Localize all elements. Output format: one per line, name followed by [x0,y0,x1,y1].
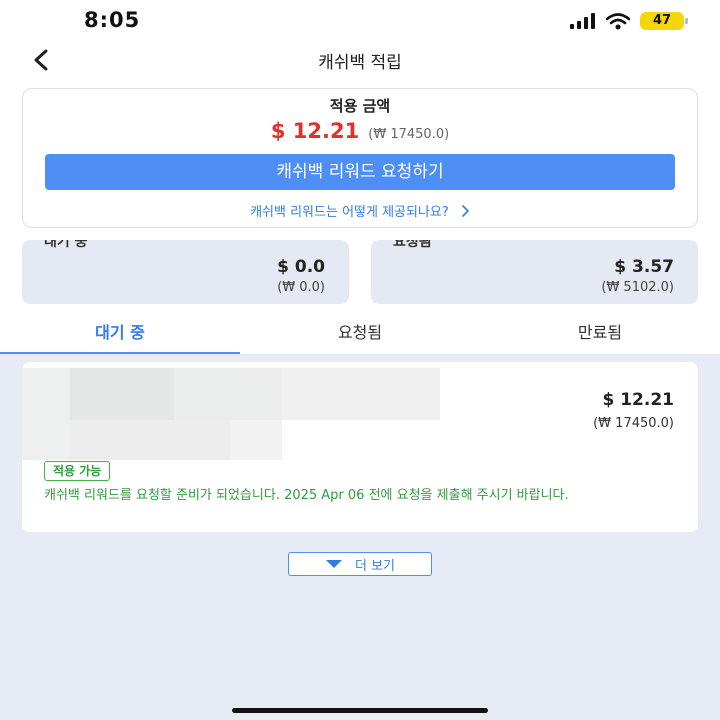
cellular-signal-icon [570,13,595,29]
reward-message: 캐쉬백 리워드를 요청할 준비가 되었습니다. 2025 Apr 06 전에 요… [44,488,569,503]
pending-summary-card: 대기 중 $ 0.0 (₩ 0.0) [22,240,349,304]
battery-icon: 47 [640,12,688,30]
tab-pending[interactable]: 대기 중 [0,316,240,354]
status-bar: 8:05 47 [0,0,720,44]
requested-label: 요청됨 [393,240,432,250]
reward-item-card: $ 12.21 (₩ 17450.0) 적용 가능 캐쉬백 리워드를 요청할 준… [22,362,698,532]
pending-label: 대기 중 [44,240,88,250]
pending-krw: (₩ 0.0) [277,280,325,295]
load-more-button[interactable]: 더 보기 [288,552,432,576]
wifi-icon [606,12,630,29]
requested-summary-card: 요청됨 $ 3.57 (₩ 5102.0) [371,240,698,304]
load-more-label: 더 보기 [354,558,395,574]
summary-card: 적용 금액 $ 12.21 (₩ 17450.0) 캐쉬백 리워드 요청하기 캐… [22,88,698,228]
home-indicator [232,708,488,713]
applied-amount: $ 12.21 (₩ 17450.0) [23,119,697,143]
applied-amount-label: 적용 금액 [329,97,391,115]
requested-usd: $ 3.57 [614,257,674,277]
tab-expired[interactable]: 만료됨 [480,316,720,354]
request-cashback-button[interactable]: 캐쉬백 리워드 요청하기 [45,154,675,190]
requested-krw: (₩ 5102.0) [601,280,674,295]
status-tabs: 대기 중 요청됨 만료됨 [0,316,720,354]
nav-bar: 캐쉬백 적립 [0,40,720,80]
pending-usd: $ 0.0 [277,257,325,277]
reward-usd: $ 12.21 [602,390,674,410]
status-icons: 47 [570,12,688,30]
status-badge: 적용 가능 [44,461,111,481]
tab-requested[interactable]: 요청됨 [240,316,480,354]
page-title: 캐쉬백 적립 [318,53,402,73]
chevron-right-icon [462,205,469,217]
cashback-help-label: 캐쉬백 리워드는 어떻게 제공되나요? [250,205,449,220]
applied-amount-usd: $ 12.21 [270,119,360,143]
applied-amount-krw: (₩ 17450.0) [368,127,450,142]
cashback-help-link[interactable]: 캐쉬백 리워드는 어떻게 제공되나요? [23,201,697,220]
caret-down-icon [325,560,342,568]
reward-krw: (₩ 17450.0) [593,416,674,431]
status-time: 8:05 [84,8,141,32]
